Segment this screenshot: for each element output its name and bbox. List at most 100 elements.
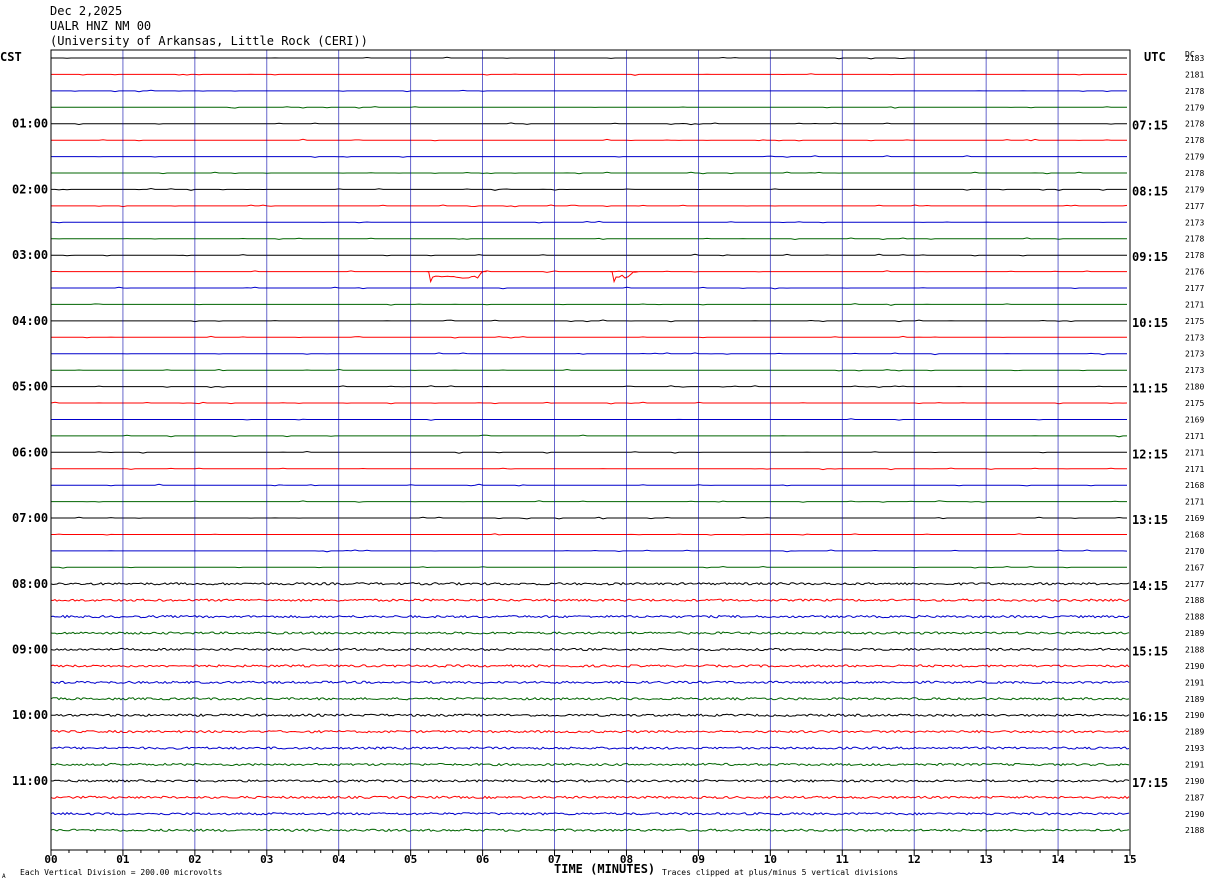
dc-value-label: 2178 [1185, 87, 1204, 96]
trace-line [51, 500, 1127, 503]
utc-hour-label: 16:15 [1132, 710, 1168, 724]
trace-line [51, 450, 1127, 454]
dc-value-label: 2188 [1185, 826, 1204, 835]
trace-line [51, 434, 1127, 438]
trace-line [51, 106, 1127, 109]
cst-hour-label: 06:00 [12, 445, 48, 459]
dc-value-label: 2180 [1185, 383, 1204, 392]
cst-hour-label: 03:00 [12, 248, 48, 262]
dc-value-label: 2175 [1185, 317, 1204, 326]
trace-line [51, 155, 1127, 158]
cst-hour-labels: 01:00 02:00 03:00 04:00 05:00 06:00 07:00 08:00… [12, 117, 48, 788]
dc-value-label: 2178 [1185, 136, 1204, 145]
x-tick-label: 03 [260, 853, 273, 866]
trace-line [50, 795, 1130, 800]
x-tick-label: 01 [116, 853, 130, 866]
x-tick-label: 13 [980, 853, 993, 866]
dc-value-label: 2170 [1185, 547, 1204, 556]
dc-value-label: 2167 [1185, 563, 1204, 572]
x-tick-label: 04 [332, 853, 346, 866]
trace-line [50, 828, 1130, 832]
trace-line [51, 516, 1127, 520]
dc-value-label: 2188 [1185, 596, 1204, 605]
cst-hour-label: 02:00 [12, 182, 48, 196]
trace-line [51, 549, 1128, 553]
trace-line [51, 746, 1130, 750]
dc-value-label: 2181 [1185, 70, 1204, 79]
dc-value-label: 2177 [1185, 284, 1204, 293]
dc-value-label: 2191 [1185, 678, 1204, 687]
trace-line [50, 696, 1130, 701]
trace-line [50, 779, 1130, 783]
utc-hour-label: 12:15 [1132, 447, 1168, 461]
trace-line [51, 368, 1127, 372]
x-tick-label: 10 [764, 853, 777, 866]
dc-value-label: 2168 [1185, 530, 1204, 539]
trace-line [51, 533, 1127, 536]
trace-line [50, 729, 1130, 734]
trace-line [50, 631, 1130, 635]
dc-value-label: 2178 [1185, 169, 1204, 178]
dc-header-label: DC [1185, 50, 1195, 59]
dc-value-label: 2171 [1185, 300, 1204, 309]
trace-line [51, 319, 1127, 323]
trace-line [50, 647, 1130, 652]
trace-line [51, 253, 1127, 257]
dc-value-label: 2179 [1185, 153, 1204, 162]
dc-value-label: 2173 [1185, 350, 1204, 359]
x-tick-label: 05 [404, 853, 417, 866]
dc-value-label: 2190 [1185, 711, 1204, 720]
dc-value-label: 2190 [1185, 662, 1204, 671]
trace-line [50, 664, 1130, 668]
dc-value-label: 2179 [1185, 103, 1204, 112]
footer-mark: A [2, 873, 6, 880]
dc-value-label: 2178 [1185, 251, 1204, 260]
x-tick-label: 15 [1123, 853, 1136, 866]
event-signal [426, 271, 487, 284]
right-timezone-label: UTC [1144, 50, 1166, 64]
plot-frame [50, 49, 1131, 851]
trace-line [50, 598, 1130, 602]
trace-line [51, 303, 1127, 306]
dc-value-label: 2189 [1185, 695, 1204, 704]
event-signal [610, 271, 638, 284]
frame-rect [50, 49, 1131, 851]
trace-line [51, 138, 1127, 142]
trace-line [51, 565, 1127, 569]
x-tick-label: 00 [44, 853, 57, 866]
dc-value-label: 2168 [1185, 481, 1204, 490]
trace-line [51, 335, 1127, 339]
dc-value-label: 2190 [1185, 777, 1204, 786]
x-tick-label: 06 [476, 853, 490, 866]
dc-value-label: 2178 [1185, 120, 1204, 129]
trace-line [50, 401, 1128, 405]
helicorder-plot: 00 01 02 03 04 05 06 07 08 09 10 11 12 13 14 15 01:0002… [0, 49, 1204, 880]
dc-value-labels: 2183218121782179217821782179217821792177… [1185, 54, 1204, 835]
dc-value-label: 2169 [1185, 514, 1204, 523]
minute-grid [122, 50, 1059, 850]
cst-hour-label: 07:00 [12, 511, 48, 525]
utc-hour-label: 13:15 [1132, 513, 1168, 527]
trace-line [51, 73, 1127, 76]
utc-hour-label: 08:15 [1132, 184, 1168, 198]
x-tick-label: 02 [188, 853, 201, 866]
trace-line [50, 762, 1130, 767]
trace-line [50, 680, 1130, 685]
trace-line [51, 483, 1127, 487]
dc-value-label: 2175 [1185, 399, 1204, 408]
cst-hour-label: 11:00 [12, 774, 48, 788]
dc-value-label: 2187 [1185, 793, 1204, 802]
trace-line [51, 171, 1127, 175]
dc-value-label: 2177 [1185, 580, 1204, 589]
x-tick-label: 14 [1051, 853, 1065, 866]
dc-value-label: 2193 [1185, 744, 1204, 753]
cst-hour-label: 08:00 [12, 577, 48, 591]
trace-line [50, 812, 1130, 816]
trace-line [51, 187, 1127, 191]
left-timezone-label: CST [0, 50, 22, 64]
dc-value-label: 2191 [1185, 760, 1204, 769]
dc-value-label: 2189 [1185, 728, 1204, 737]
dc-value-label: 2176 [1185, 268, 1204, 277]
dc-value-label: 2189 [1185, 629, 1204, 638]
cst-hour-label: 10:00 [12, 708, 48, 722]
